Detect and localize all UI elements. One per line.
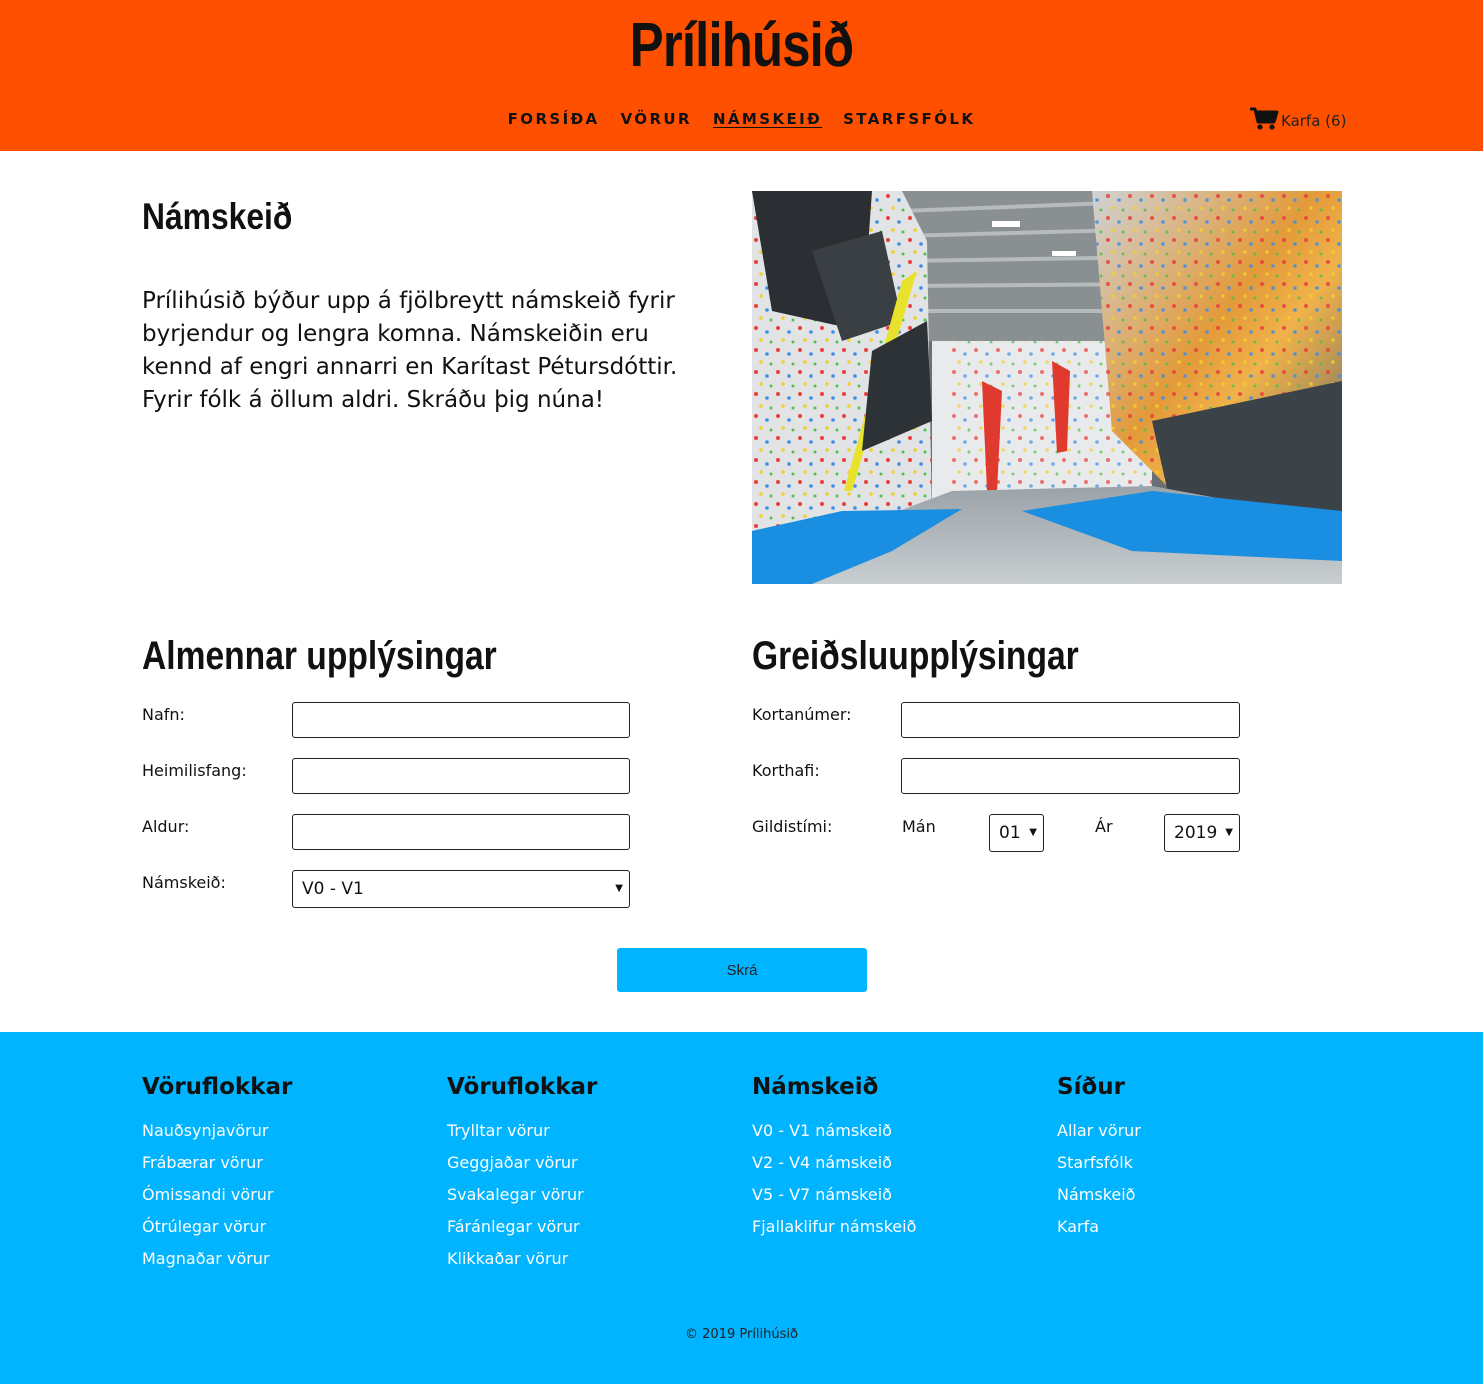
site-header: Prílihúsið FORSÍÐA VÖRUR NÁMSKEIÐ STARFS… — [0, 0, 1483, 151]
footer-link[interactable]: Karfa — [1057, 1217, 1141, 1249]
footer-link[interactable]: Ómissandi vörur — [142, 1185, 292, 1217]
card-holder-label: Korthafi: — [752, 761, 820, 780]
footer-heading: Vöruflokkar — [447, 1074, 598, 1100]
year-select[interactable]: 2019 ▼ — [1164, 814, 1240, 852]
footer-link[interactable]: Frábærar vörur — [142, 1153, 292, 1185]
address-label: Heimilisfang: — [142, 761, 247, 780]
chevron-down-icon: ▼ — [615, 882, 623, 894]
footer-link[interactable]: Svakalegar vörur — [447, 1185, 597, 1217]
footer-column-vorur-1: Vöruflokkar Nauðsynjavörur Frábærar vöru… — [142, 1074, 292, 1281]
month-select-value: 01 — [999, 823, 1021, 843]
footer-link[interactable]: Fjallaklifur námskeið — [752, 1217, 916, 1249]
site-footer: Vöruflokkar Nauðsynjavörur Frábærar vöru… — [0, 1032, 1483, 1384]
age-input[interactable] — [292, 814, 630, 850]
page-title: Námskeið — [142, 196, 293, 237]
general-info-heading: Almennar upplýsingar — [142, 634, 497, 678]
name-input[interactable] — [292, 702, 630, 738]
cart-icon — [1249, 107, 1279, 135]
nav-item-vorur[interactable]: VÖRUR — [621, 110, 692, 128]
chevron-down-icon: ▼ — [1029, 826, 1037, 838]
course-label: Námskeið: — [142, 873, 226, 892]
footer-heading: Námskeið — [752, 1074, 879, 1100]
footer-link[interactable]: V2 - V4 námskeið — [752, 1153, 916, 1185]
footer-link[interactable]: Námskeið — [1057, 1185, 1141, 1217]
cart-link[interactable]: Karfa (6) — [1249, 107, 1346, 135]
copyright: © 2019 Prílihúsið — [685, 1327, 798, 1342]
site-title[interactable]: Prílihúsið — [133, 10, 1349, 81]
nav-item-starfsfolk[interactable]: STARFSFÓLK — [843, 110, 975, 128]
footer-link[interactable]: Ótrúlegar vörur — [142, 1217, 292, 1249]
course-select[interactable]: V0 - V1 ▼ — [292, 870, 630, 908]
submit-button[interactable]: Skrá — [617, 948, 867, 992]
name-label: Nafn: — [142, 705, 185, 724]
year-label: Ár — [1095, 817, 1113, 836]
footer-link[interactable]: Geggjaðar vörur — [447, 1153, 597, 1185]
footer-column-vorur-2: Vöruflokkar Trylltar vörur Geggjaðar vör… — [447, 1074, 597, 1281]
footer-heading: Vöruflokkar — [142, 1074, 293, 1100]
footer-link[interactable]: Magnaðar vörur — [142, 1249, 292, 1281]
address-input[interactable] — [292, 758, 630, 794]
cart-label: Karfa (6) — [1281, 112, 1347, 130]
card-number-label: Kortanúmer: — [752, 705, 852, 724]
footer-link[interactable]: Starfsfólk — [1057, 1153, 1141, 1185]
footer-link[interactable]: Trylltar vörur — [447, 1121, 597, 1153]
card-holder-input[interactable] — [901, 758, 1240, 794]
year-select-value: 2019 — [1174, 823, 1218, 843]
climbing-gym-photo — [752, 191, 1342, 584]
nav-item-forsida[interactable]: FORSÍÐA — [508, 110, 600, 128]
footer-link[interactable]: V5 - V7 námskeið — [752, 1185, 916, 1217]
footer-heading: Síður — [1057, 1074, 1125, 1100]
month-select[interactable]: 01 ▼ — [989, 814, 1044, 852]
card-number-input[interactable] — [901, 702, 1240, 738]
footer-link[interactable]: Allar vörur — [1057, 1121, 1141, 1153]
footer-link[interactable]: V0 - V1 námskeið — [752, 1121, 916, 1153]
month-label: Mán — [902, 817, 936, 836]
payment-info-heading: Greiðsluupplýsingar — [752, 634, 1079, 678]
footer-link[interactable]: Nauðsynjavörur — [142, 1121, 292, 1153]
footer-link[interactable]: Fáránlegar vörur — [447, 1217, 597, 1249]
course-select-value: V0 - V1 — [302, 879, 364, 899]
expiry-label: Gildistími: — [752, 817, 833, 836]
intro-text: Prílihúsið býður upp á fjölbreytt námske… — [142, 288, 678, 413]
footer-column-sidur: Síður Allar vörur Starfsfólk Námskeið Ka… — [1057, 1074, 1141, 1249]
chevron-down-icon: ▼ — [1225, 826, 1233, 838]
nav-item-namskeid[interactable]: NÁMSKEIÐ — [713, 110, 822, 128]
footer-link[interactable]: Klikkaðar vörur — [447, 1249, 597, 1281]
age-label: Aldur: — [142, 817, 190, 836]
footer-column-namskeid: Námskeið V0 - V1 námskeið V2 - V4 námske… — [752, 1074, 916, 1249]
